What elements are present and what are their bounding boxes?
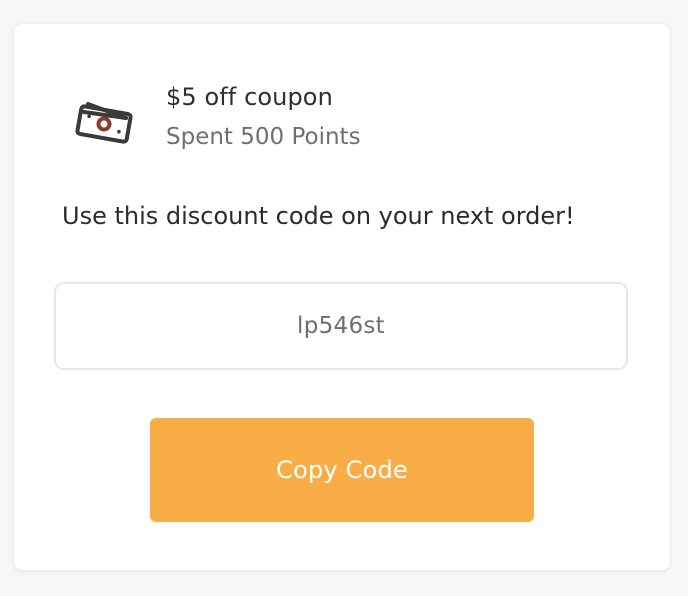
coupon-header: $5 off coupon Spent 500 Points (72, 82, 361, 152)
discount-code-value: lp546st (297, 313, 385, 339)
coupon-titles: $5 off coupon Spent 500 Points (166, 82, 361, 152)
money-icon (72, 88, 136, 152)
coupon-title: $5 off coupon (166, 83, 333, 111)
copy-code-button[interactable]: Copy Code (150, 418, 534, 522)
copy-code-label: Copy Code (276, 456, 408, 484)
coupon-points-spent: Spent 500 Points (166, 124, 361, 150)
instruction-text: Use this discount code on your next orde… (62, 202, 575, 230)
discount-code-field[interactable]: lp546st (54, 282, 628, 370)
coupon-card: $5 off coupon Spent 500 Points Use this … (14, 24, 670, 570)
